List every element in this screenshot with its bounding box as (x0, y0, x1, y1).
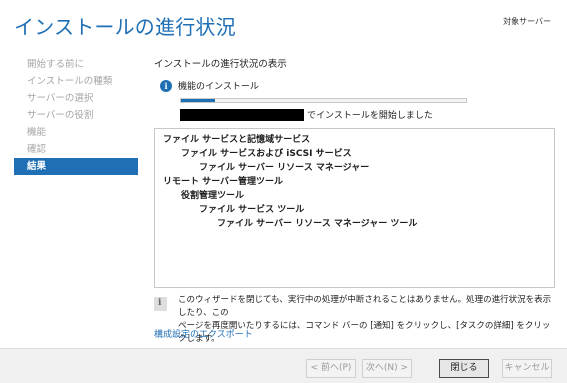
wizard-footer: < 前へ(P) 次へ(N) > 閉じる キャンセル (0, 348, 567, 383)
cancel-button[interactable]: キャンセル (502, 359, 552, 378)
feature-item: リモート サーバー管理ツール (163, 177, 284, 187)
notice-line-1: このウィザードを閉じても、実行中の処理が中断されることはありません。処理の進行状… (178, 295, 552, 318)
feature-item: ファイル サーバー リソース マネージャー (199, 163, 370, 173)
status-row: でインストールを開始しました (180, 108, 433, 121)
install-progress-bar (180, 98, 467, 103)
info-icon: i (160, 79, 172, 92)
feature-item: ファイル サービスおよび iSCSI サービス (181, 149, 352, 159)
section-title: インストールの進行状況の表示 (154, 59, 287, 70)
wizard-header: インストールの進行状況 対象サーバー (0, 0, 567, 52)
progress-fill (181, 99, 216, 102)
close-button[interactable]: 閉じる (439, 359, 489, 378)
nav-item-before-you-begin: 開始する前に (27, 59, 85, 70)
nav-item-features: 機能 (27, 127, 47, 138)
previous-button[interactable]: < 前へ(P) (306, 359, 356, 378)
feature-item: ファイル サーバー リソース マネージャー ツール (217, 219, 418, 229)
target-server-label: 対象サーバー (503, 17, 551, 26)
page-title: インストールの進行状況 (14, 15, 236, 39)
nav-item-server-roles: サーバーの役割 (27, 110, 94, 121)
next-button[interactable]: 次へ(N) > (362, 359, 412, 378)
feature-item: 役割管理ツール (181, 191, 245, 201)
redacted-server-name (180, 108, 304, 121)
feature-install-label: 機能のインストール (178, 82, 259, 92)
nav-item-installation-type: インストールの種類 (27, 76, 113, 87)
wizard-nav: 開始する前に インストールの種類 サーバーの選択 サーバーの役割 機能 確認 結… (14, 56, 138, 175)
feature-item: ファイル サービスと記憶域サービス (163, 135, 311, 145)
status-text: でインストールを開始しました (307, 111, 433, 121)
nav-item-confirmation: 確認 (27, 144, 47, 155)
nav-item-results[interactable]: 結果 (14, 158, 138, 175)
installed-feature-list[interactable]: ファイル サービスと記憶域サービス ファイル サービスおよび iSCSI サービ… (154, 128, 555, 288)
main-content: インストールの進行状況の表示 i 機能のインストール でインストールを開始しまし… (154, 56, 556, 344)
export-configuration-link[interactable]: 構成設定のエクスポート (154, 327, 253, 340)
feature-install-row: i 機能のインストール (160, 79, 259, 92)
nav-item-server-selection: サーバーの選択 (27, 93, 94, 104)
feature-item: ファイル サービス ツール (199, 205, 305, 215)
notice-info-icon (154, 297, 167, 311)
